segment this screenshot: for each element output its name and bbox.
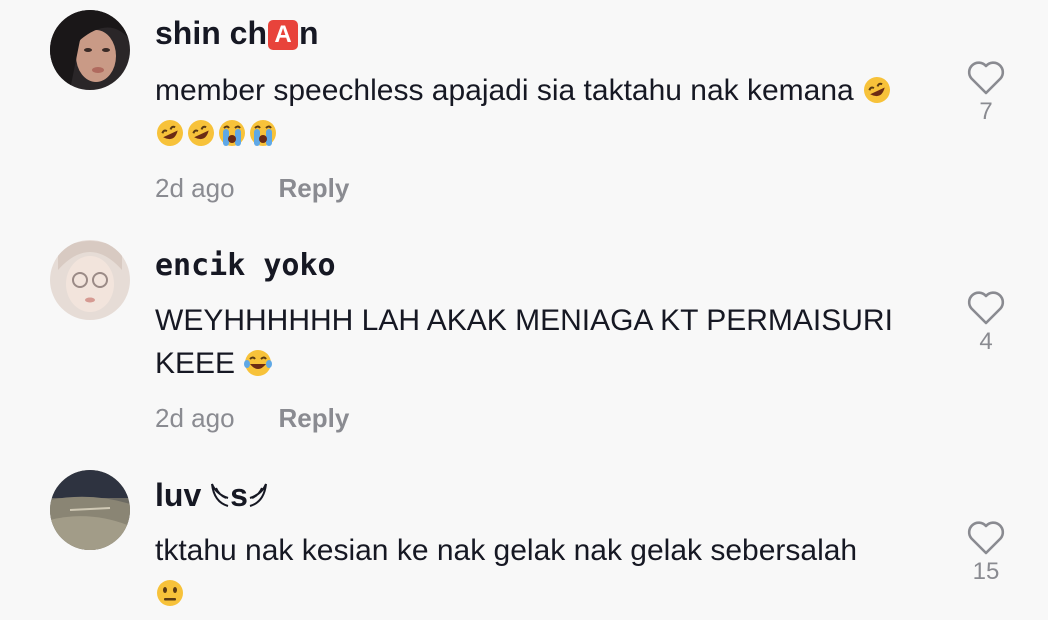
like-count: 15 [972,558,1000,585]
rolling-on-floor-laughing-emoji [864,77,891,103]
tears-of-joy-emoji [244,350,273,376]
loudly-crying-emoji [219,120,245,146]
like-count: 7 [979,98,993,125]
username-text-suffix: n [299,15,319,51]
like-button[interactable]: 4 [962,288,1010,356]
left-wing-icon [211,483,229,507]
comment-meta: 2d ago Reply [155,403,349,434]
avatar[interactable] [50,470,130,550]
right-wing-icon [249,483,267,507]
rolling-on-floor-laughing-emoji [188,120,214,146]
rolling-on-floor-laughing-emoji [157,120,183,146]
comment-body: tktahu nak kesian ke nak gelak nak gelak… [155,534,858,567]
reply-button[interactable]: Reply [279,173,350,203]
comment-text: WEYHHHHHH LAH AKAK MENIAGA KT PERMAISURI… [155,299,945,385]
heart-outline-icon [967,291,1005,325]
like-button[interactable]: 15 [962,518,1010,586]
reply-button[interactable]: Reply [279,403,350,433]
username[interactable]: luv s [155,477,268,514]
like-button[interactable]: 7 [962,58,1010,126]
comment-text: tktahu nak kesian ke nak gelak nak gelak… [155,529,945,615]
comment-list: shin ch An member speechless apajadi sia … [0,0,1048,620]
comment-text: member speechless apajadi sia taktahu na… [155,69,945,155]
username[interactable]: encik yoko [155,248,336,283]
heart-outline-icon [967,61,1005,95]
comment-body: member speechless apajadi sia taktahu na… [155,74,854,107]
username-text: shin ch [155,15,268,51]
a-button-badge-icon: A [268,20,299,50]
comment-meta: 2d ago Reply [155,173,349,204]
username-text: luv [155,477,202,513]
avatar[interactable] [50,240,130,320]
heart-outline-icon [967,521,1005,555]
comment-time: 2d ago [155,403,235,433]
like-count: 4 [979,328,993,355]
username[interactable]: shin ch An [155,15,319,52]
username-text-middle: s [230,477,248,513]
loudly-crying-emoji [250,120,276,146]
neutral-face-emoji [157,580,183,606]
comment-time: 2d ago [155,173,235,203]
avatar[interactable] [50,10,130,90]
